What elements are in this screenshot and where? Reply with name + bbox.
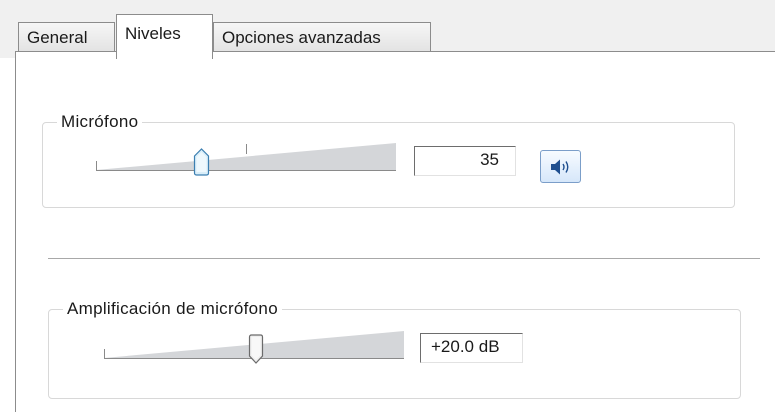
tab-advanced-options[interactable]: Opciones avanzadas xyxy=(213,22,431,52)
section-separator xyxy=(48,258,760,260)
microphone-boost-value: +20.0 dB xyxy=(431,337,500,356)
microphone-level-value: 35 xyxy=(480,150,499,169)
microphone-boost-group-label: Amplificación de micrófono xyxy=(63,299,282,319)
microphone-boost-slider-thumb[interactable] xyxy=(248,334,264,364)
microphone-boost-slider[interactable] xyxy=(104,330,404,364)
tab-advanced-options-label: Opciones avanzadas xyxy=(222,28,381,47)
mute-button[interactable] xyxy=(540,150,581,183)
microphone-slider-thumb[interactable] xyxy=(193,148,210,176)
speaker-icon xyxy=(551,159,569,175)
microphone-boost-field: +20.0 dB xyxy=(420,333,523,363)
microphone-level-field[interactable]: 35 xyxy=(414,146,516,176)
slider-tick xyxy=(104,349,105,359)
tab-niveles[interactable]: Niveles xyxy=(116,14,213,59)
slider-tick xyxy=(96,161,97,171)
levels-panel: Micrófono 35 Amplificación de micrófono xyxy=(15,51,775,412)
slider-tick xyxy=(246,144,247,154)
tab-niveles-label: Niveles xyxy=(125,24,181,43)
microphone-group-label: Micrófono xyxy=(57,112,143,132)
microphone-slider-baseline xyxy=(96,170,396,171)
microphone-slider[interactable] xyxy=(96,142,396,176)
tab-general-label: General xyxy=(27,28,88,47)
tab-general[interactable]: General xyxy=(18,22,115,52)
